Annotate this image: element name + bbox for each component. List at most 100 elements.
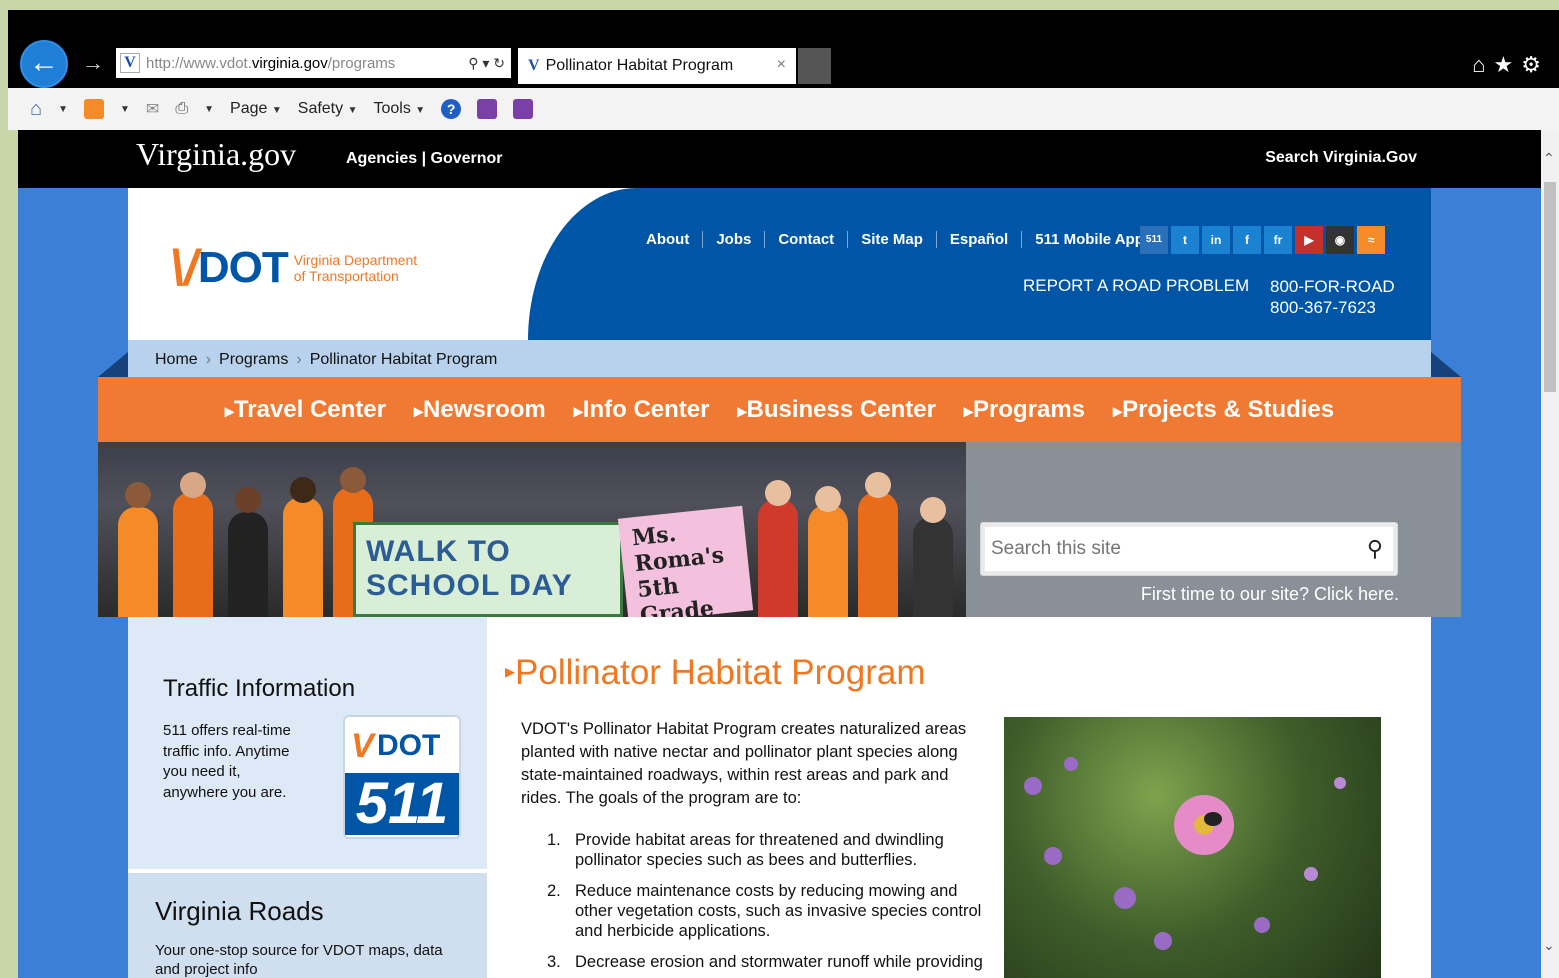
intro-paragraph: VDOT's Pollinator Habitat Program create… bbox=[521, 720, 967, 807]
badge-v-mark: V bbox=[351, 727, 374, 765]
breadcrumb-sep-icon: › bbox=[205, 351, 212, 368]
vdot-favicon-icon: V bbox=[120, 53, 140, 73]
agencies-governor-links[interactable]: Agencies | Governor bbox=[346, 150, 503, 168]
onenote-icon[interactable] bbox=[477, 99, 498, 119]
link-jobs[interactable]: Jobs bbox=[702, 231, 764, 248]
twitter-icon[interactable]: t bbox=[1171, 226, 1199, 254]
rss-icon[interactable]: ≈ bbox=[1357, 226, 1385, 254]
browser-right-icons: ⌂★⚙ bbox=[1472, 52, 1549, 78]
nav-newsroom[interactable]: Newsroom bbox=[414, 396, 546, 424]
address-bar[interactable]: V http://www.vdot. virginia.gov/programs … bbox=[116, 48, 511, 78]
crumb-wedge-right bbox=[1431, 352, 1461, 377]
vdot-v-mark: \ bbox=[170, 240, 184, 296]
settings-gear-icon[interactable]: ⚙ bbox=[1521, 52, 1549, 77]
command-bar: ⌂ ▼ ▼ ✉ ⎙ ▼ Page ▼ Safety ▼ Tools ▼ ? bbox=[8, 88, 1559, 130]
breadcrumb-current: Pollinator Habitat Program bbox=[309, 351, 498, 368]
vdot-subtitle: Virginia Department of Transportation bbox=[293, 252, 418, 284]
virginia-roads-title[interactable]: Virginia Roads bbox=[155, 896, 324, 927]
vdot-wordmark: DOT bbox=[197, 243, 289, 292]
address-suffix: /programs bbox=[327, 54, 396, 72]
youtube-icon[interactable]: ▶ bbox=[1295, 226, 1323, 254]
vdot-header: \ / DOT Virginia Department of Transportat… bbox=[128, 188, 1431, 340]
breadcrumb-programs[interactable]: Programs bbox=[219, 351, 288, 368]
sidebar: Traffic Information 511 offers real-time… bbox=[128, 617, 487, 978]
facebook-icon[interactable]: f bbox=[1233, 226, 1261, 254]
virginia-roads-text: Your one-stop source for VDOT maps, data… bbox=[155, 942, 443, 978]
address-tools-icon[interactable]: ⚲ ▾ ↻ bbox=[468, 55, 505, 72]
scroll-thumb[interactable] bbox=[1544, 182, 1556, 392]
new-tab-button[interactable] bbox=[798, 48, 831, 84]
class-sign: Ms. Roma's 5th Grade bbox=[617, 505, 754, 617]
link-espanol[interactable]: Español bbox=[935, 231, 1021, 248]
walk-to-school-sign: WALK TO SCHOOL DAY bbox=[353, 522, 623, 617]
hero-banner: WALK TO SCHOOL DAY Ms. Roma's 5th Grade … bbox=[98, 442, 1461, 617]
print-icon[interactable]: ⎙ bbox=[175, 100, 188, 118]
goals-list: 1. Provide habitat areas for threatened a… bbox=[547, 830, 987, 978]
instagram-icon[interactable]: ◉ bbox=[1326, 226, 1354, 254]
badge-dot-mark: DOT bbox=[377, 729, 441, 762]
nav-info-center[interactable]: Info Center bbox=[574, 396, 710, 424]
page-scrollbar[interactable]: ⌃ ⌄ bbox=[1541, 130, 1559, 978]
list-item: 1. Provide habitat areas for threatened a… bbox=[547, 831, 944, 869]
bee-icon bbox=[1204, 812, 1222, 826]
first-time-link[interactable]: First time to our site? Click here. bbox=[1141, 584, 1399, 605]
page-menu[interactable]: Page ▼ bbox=[230, 100, 282, 118]
virginia-gov-bar: Virginia.gov Agencies | Governor Search … bbox=[18, 130, 1541, 188]
forward-arrow-icon[interactable]: → bbox=[82, 50, 104, 76]
address-domain: virginia.gov bbox=[251, 54, 328, 72]
search-icon[interactable]: ⚲ bbox=[1367, 536, 1383, 562]
tab-title: Pollinator Habitat Program bbox=[545, 57, 734, 74]
link-about[interactable]: About bbox=[633, 231, 702, 248]
flickr-icon[interactable]: fr bbox=[1264, 226, 1292, 254]
header-top-links: About Jobs Contact Site Map Español 511 … bbox=[633, 231, 1157, 248]
list-item: 2. Reduce maintenance costs by reducing m… bbox=[547, 882, 982, 940]
back-arrow-icon[interactable]: ← bbox=[20, 40, 68, 88]
page-viewport: Virginia.gov Agencies | Governor Search … bbox=[18, 130, 1541, 978]
vdot-v-mark2: / bbox=[183, 240, 198, 296]
phone-vanity: 800-FOR-ROAD bbox=[1270, 277, 1395, 296]
link-contact[interactable]: Contact bbox=[764, 231, 847, 248]
scroll-up-icon[interactable]: ⌃ bbox=[1543, 150, 1555, 167]
search-virginia-gov-link[interactable]: Search Virginia.Gov bbox=[1265, 149, 1417, 167]
nav-business-center[interactable]: Business Center bbox=[737, 396, 936, 424]
vdot-511-badge[interactable]: V DOT 511 bbox=[343, 715, 461, 839]
address-prefix: http://www.vdot. bbox=[146, 54, 252, 72]
virginia-gov-logo[interactable]: Virginia.gov bbox=[136, 136, 296, 173]
crumb-wedge-left bbox=[98, 352, 128, 377]
mail-icon[interactable]: ✉ bbox=[146, 99, 159, 119]
home-page-icon[interactable]: ⌂ bbox=[30, 98, 42, 121]
vdot-logo[interactable]: \ / DOT Virginia Department of Transportat… bbox=[170, 240, 418, 296]
linkedin-icon[interactable]: in bbox=[1202, 226, 1230, 254]
social-icons: 511 t in f fr ▶ ◉ ≈ bbox=[1140, 226, 1385, 254]
link-511-mobile-app[interactable]: 511 Mobile App bbox=[1021, 231, 1157, 248]
rss-feed-icon[interactable] bbox=[84, 99, 104, 119]
scroll-down-icon[interactable]: ⌄ bbox=[1543, 937, 1555, 954]
site-search-input[interactable] bbox=[991, 533, 1351, 565]
virginia-roads-panel: Virginia Roads Your one-stop source for … bbox=[128, 873, 487, 978]
main-bloom bbox=[1174, 795, 1234, 855]
list-item: 3. Decrease erosion and stormwater runoff… bbox=[547, 953, 983, 971]
report-road-problem-link[interactable]: REPORT A ROAD PROBLEM bbox=[1023, 276, 1249, 296]
favorites-star-icon[interactable]: ★ bbox=[1494, 52, 1522, 77]
tools-menu[interactable]: Tools ▼ bbox=[373, 100, 425, 118]
breadcrumb-home[interactable]: Home bbox=[155, 351, 198, 368]
main-nav: Travel Center Newsroom Info Center Busin… bbox=[98, 377, 1461, 442]
onenote-linked-icon[interactable] bbox=[513, 99, 534, 119]
browser-chrome: ← → V http://www.vdot. virginia.gov/progr… bbox=[8, 10, 1559, 88]
nav-travel-center[interactable]: Travel Center bbox=[225, 396, 386, 424]
main-content: Pollinator Habitat Program VDOT's Pollin… bbox=[487, 617, 1431, 978]
safety-menu[interactable]: Safety ▼ bbox=[298, 100, 358, 118]
nav-programs[interactable]: Programs bbox=[964, 396, 1085, 424]
tab-close-icon[interactable]: × bbox=[777, 56, 786, 74]
511-icon[interactable]: 511 bbox=[1140, 226, 1168, 254]
tab-pollinator[interactable]: V Pollinator Habitat Program × bbox=[518, 48, 796, 84]
page-title: Pollinator Habitat Program bbox=[505, 653, 925, 693]
traffic-info-text: 511 offers real-time traffic info. Anyti… bbox=[163, 722, 291, 801]
help-icon[interactable]: ? bbox=[441, 99, 462, 119]
home-icon[interactable]: ⌂ bbox=[1472, 52, 1493, 77]
breadcrumb-sep-icon: › bbox=[296, 351, 302, 368]
nav-projects-studies[interactable]: Projects & Studies bbox=[1113, 396, 1334, 424]
link-site-map[interactable]: Site Map bbox=[847, 231, 936, 248]
traffic-info-title[interactable]: Traffic Information bbox=[163, 675, 355, 703]
phone-numbers[interactable]: 800-FOR-ROAD 800-367-7623 bbox=[1270, 276, 1395, 318]
